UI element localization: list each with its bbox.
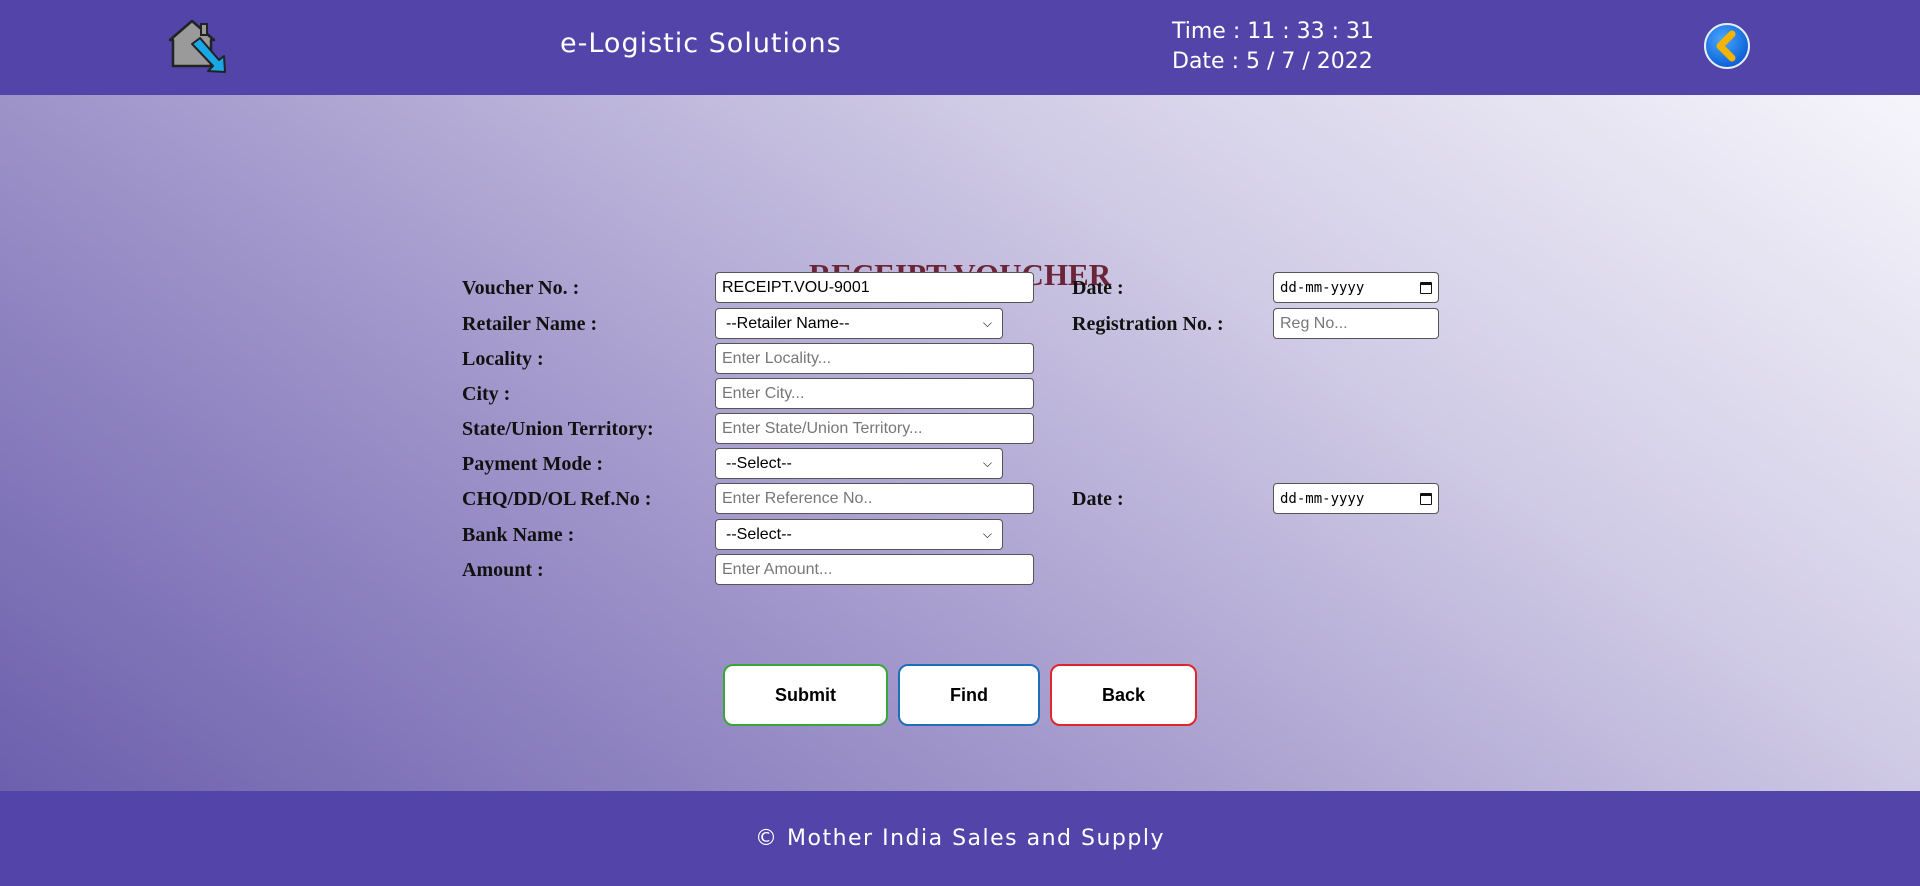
ref-date-placeholder: dd-mm-yyyy bbox=[1280, 490, 1365, 507]
bank-name-label: Bank Name : bbox=[462, 524, 575, 546]
clock-display: Time : 11 : 33 : 31 Date : 5 / 7 / 2022 bbox=[1172, 17, 1374, 77]
footer-copyright: © Mother India Sales and Supply bbox=[755, 826, 1165, 851]
date-label: Date : bbox=[1072, 277, 1124, 299]
reference-placeholder: Enter Reference No.. bbox=[722, 489, 873, 507]
locality-placeholder: Enter Locality... bbox=[722, 349, 832, 367]
date-input[interactable]: dd-mm-yyyy bbox=[1273, 272, 1439, 303]
reference-input[interactable]: Enter Reference No.. bbox=[715, 483, 1034, 514]
app-title: e-Logistic Solutions bbox=[560, 28, 842, 59]
amount-label: Amount : bbox=[462, 559, 544, 581]
city-input[interactable]: Enter City... bbox=[715, 378, 1034, 409]
payment-mode-select[interactable]: --Select-- ⌵ bbox=[715, 448, 1003, 479]
date-placeholder: dd-mm-yyyy bbox=[1280, 279, 1365, 296]
calendar-icon[interactable] bbox=[1420, 281, 1432, 294]
chevron-down-icon: ⌵ bbox=[982, 527, 992, 541]
footer: © Mother India Sales and Supply bbox=[0, 791, 1920, 886]
voucher-no-label: Voucher No. : bbox=[462, 277, 580, 299]
state-input[interactable]: Enter State/Union Territory... bbox=[715, 413, 1034, 444]
registration-label: Registration No. : bbox=[1072, 313, 1224, 335]
voucher-no-value: RECEIPT.VOU-9001 bbox=[722, 278, 870, 296]
back-button[interactable]: Back bbox=[1050, 664, 1197, 726]
locality-label: Locality : bbox=[462, 348, 544, 370]
amount-input[interactable]: Enter Amount... bbox=[715, 554, 1034, 585]
city-label: City : bbox=[462, 383, 511, 405]
amount-placeholder: Enter Amount... bbox=[722, 560, 833, 578]
voucher-no-input[interactable]: RECEIPT.VOU-9001 bbox=[715, 272, 1034, 303]
calendar-icon[interactable] bbox=[1420, 492, 1432, 505]
state-label: State/Union Territory: bbox=[462, 418, 654, 440]
retailer-name-select[interactable]: --Retailer Name-- ⌵ bbox=[715, 308, 1003, 339]
retailer-selected: --Retailer Name-- bbox=[726, 314, 850, 332]
payment-mode-selected: --Select-- bbox=[726, 454, 792, 472]
date-text: Date : 5 / 7 / 2022 bbox=[1172, 49, 1373, 74]
header-bar: e-Logistic Solutions Time : 11 : 33 : 31… bbox=[0, 0, 1920, 95]
bank-name-select[interactable]: --Select-- ⌵ bbox=[715, 519, 1003, 550]
ref-date-input[interactable]: dd-mm-yyyy bbox=[1273, 483, 1439, 514]
bank-selected: --Select-- bbox=[726, 525, 792, 543]
payment-mode-label: Payment Mode : bbox=[462, 453, 604, 475]
retailer-name-label: Retailer Name : bbox=[462, 313, 598, 335]
chevron-left-circle-icon[interactable] bbox=[1703, 22, 1751, 70]
chevron-down-icon: ⌵ bbox=[982, 316, 992, 330]
registration-input[interactable]: Reg No... bbox=[1273, 308, 1439, 339]
home-arrow-icon[interactable] bbox=[167, 18, 227, 74]
time-text: Time : 11 : 33 : 31 bbox=[1172, 19, 1375, 44]
registration-placeholder: Reg No... bbox=[1280, 314, 1348, 332]
ref-date-label: Date : bbox=[1072, 488, 1124, 510]
city-placeholder: Enter City... bbox=[722, 384, 805, 402]
submit-button[interactable]: Submit bbox=[723, 664, 888, 726]
chevron-down-icon: ⌵ bbox=[982, 456, 992, 470]
find-button[interactable]: Find bbox=[898, 664, 1040, 726]
reference-label: CHQ/DD/OL Ref.No : bbox=[462, 488, 652, 510]
state-placeholder: Enter State/Union Territory... bbox=[722, 419, 923, 437]
locality-input[interactable]: Enter Locality... bbox=[715, 343, 1034, 374]
